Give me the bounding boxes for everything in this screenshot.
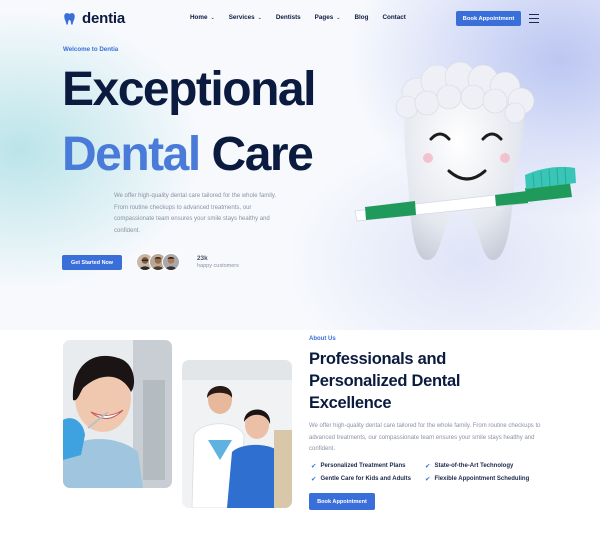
chevron-down-icon: ⌄ (257, 14, 262, 21)
about-book-appointment-button[interactable]: Book Appointment (309, 493, 375, 510)
patient-smiling-photo (63, 340, 172, 488)
feature-item: ✔ Flexible Appointment Scheduling (425, 476, 530, 483)
chevron-down-icon: ⌄ (336, 14, 341, 21)
about-description: We offer high-quality dental care tailor… (309, 423, 541, 453)
chevron-down-icon: ⌄ (210, 14, 215, 21)
logo-text: dentia (82, 10, 125, 27)
feature-item: ✔ Gentle Care for Kids and Adults (311, 476, 411, 483)
nav-item-dentists[interactable]: Dentists (276, 14, 301, 21)
dentist-with-patient-photo (182, 360, 292, 508)
book-appointment-button[interactable]: Book Appointment (456, 11, 521, 26)
main-nav: Home ⌄ Services ⌄ Dentists Pages ⌄ Blog Con… (190, 14, 406, 21)
about-title-line1: Professionals and (309, 350, 447, 368)
nav-item-pages[interactable]: Pages ⌄ (315, 14, 341, 21)
tooth-logo-icon (64, 13, 75, 25)
happy-customers-label: happy customers (197, 263, 239, 269)
nav-item-home[interactable]: Home ⌄ (190, 14, 215, 21)
about-eyebrow: About Us (309, 336, 336, 342)
hero-title-line1: Exceptional (62, 63, 316, 116)
nav-item-blog[interactable]: Blog (354, 14, 368, 21)
feature-item: ✔ State-of-the-Art Technology (425, 463, 514, 470)
logo[interactable]: dentia (62, 10, 125, 27)
check-icon: ✔ (425, 476, 431, 483)
hero-eyebrow: Welcome to Dentia (63, 46, 119, 53)
avatar (162, 253, 180, 271)
about-title-line2: Personalized Dental (309, 372, 461, 390)
happy-customers-count: 23k (197, 255, 208, 262)
hamburger-icon[interactable] (529, 14, 539, 26)
hero-title-line2: Dental Care (62, 128, 314, 181)
hero-description: We offer high-quality dental care tailor… (114, 193, 277, 235)
nav-item-services[interactable]: Services ⌄ (229, 14, 262, 21)
nav-item-contact[interactable]: Contact (382, 14, 405, 21)
about-title-line3: Excellence (309, 394, 392, 412)
feature-item: ✔ Personalized Treatment Plans (311, 463, 406, 470)
get-started-button[interactable]: Get Started Now (62, 255, 122, 270)
check-icon: ✔ (311, 463, 317, 470)
check-icon: ✔ (311, 476, 317, 483)
customer-avatars (136, 253, 180, 271)
tooth-mascot-illustration (354, 61, 576, 260)
check-icon: ✔ (425, 463, 431, 470)
